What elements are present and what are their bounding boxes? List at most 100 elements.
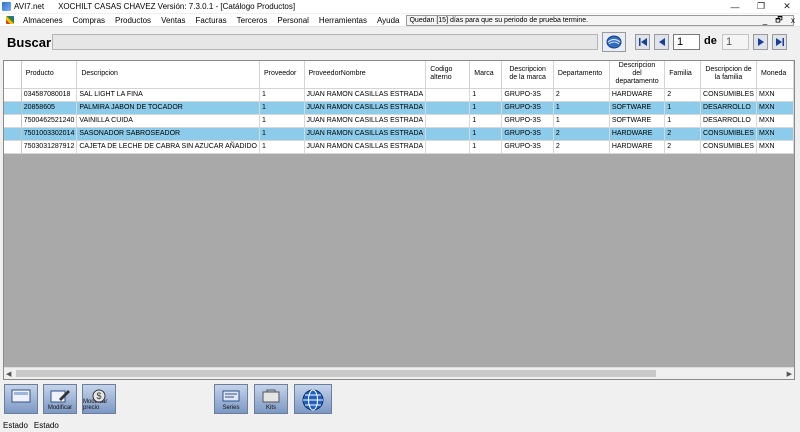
table-row[interactable]: 7501003302014 SASONADOR SABROSEADOR 1 JUAN … bbox=[4, 127, 794, 141]
table-cell[interactable]: MXN bbox=[756, 88, 794, 102]
table-cell[interactable]: CAJETA DE LECHE DE CABRA SIN AZUCAR AÑAD… bbox=[76, 140, 260, 154]
table-cell[interactable]: GRUPO-3S bbox=[501, 114, 554, 128]
modify-price-button[interactable]: $ Modificar precio bbox=[82, 384, 116, 414]
table-cell[interactable]: JUAN RAMON CASILLAS ESTRADA bbox=[304, 114, 427, 128]
globe-button[interactable] bbox=[294, 384, 332, 414]
current-page-input[interactable]: 1 bbox=[673, 34, 700, 50]
table-cell[interactable]: GRUPO-3S bbox=[501, 101, 554, 115]
table-cell[interactable]: MXN bbox=[756, 127, 794, 141]
menu-compras[interactable]: Compras bbox=[68, 16, 110, 25]
table-cell[interactable]: GRUPO-3S bbox=[501, 88, 554, 102]
table-row[interactable]: 7500462521240 VAINILLA CUIDA 1 JUAN RAMON C… bbox=[4, 114, 794, 128]
mdi-minimize-button[interactable]: _ bbox=[760, 16, 770, 25]
row-header[interactable] bbox=[4, 140, 22, 154]
last-page-button[interactable] bbox=[772, 34, 787, 50]
table-cell[interactable]: HARDWARE bbox=[609, 88, 666, 102]
menu-productos[interactable]: Productos bbox=[110, 16, 156, 25]
mdi-restore-button[interactable]: 🗗 bbox=[774, 14, 784, 28]
table-cell[interactable]: 1 bbox=[259, 88, 305, 102]
col-header-departamento[interactable]: Departamento bbox=[553, 61, 610, 89]
table-cell[interactable]: 7503031287912 bbox=[21, 140, 78, 154]
col-header-proveedor-nombre[interactable]: ProveedorNombre bbox=[304, 61, 427, 89]
table-row[interactable]: 034587080018 SAL LIGHT LA FINA 1 JUAN RAMON… bbox=[4, 88, 794, 102]
mdi-child-icon[interactable] bbox=[5, 15, 15, 25]
table-cell[interactable]: DESARROLLO bbox=[700, 114, 757, 128]
table-cell[interactable]: 1 bbox=[469, 127, 503, 141]
table-cell[interactable]: GRUPO-3S bbox=[501, 140, 554, 154]
table-row[interactable]: 20858605 PALMIRA JABON DE TOCADOR 1 JUAN RA… bbox=[4, 101, 794, 115]
table-cell[interactable]: 2 bbox=[664, 140, 702, 154]
table-cell[interactable]: 7501003302014 bbox=[21, 127, 78, 141]
table-cell[interactable]: CONSUMIBLES bbox=[700, 140, 757, 154]
minimize-button[interactable]: — bbox=[722, 0, 748, 13]
next-page-button[interactable] bbox=[753, 34, 768, 50]
scroll-left-icon[interactable]: ◀ bbox=[6, 370, 11, 378]
table-cell[interactable]: 1 bbox=[469, 114, 503, 128]
col-header-descripcion[interactable]: Descripcion bbox=[76, 61, 260, 89]
table-cell[interactable]: 2 bbox=[553, 127, 610, 141]
search-input[interactable] bbox=[52, 34, 598, 50]
col-header-descripcion-familia[interactable]: Descripcion de la familia bbox=[700, 61, 757, 89]
table-cell[interactable]: JUAN RAMON CASILLAS ESTRADA bbox=[304, 101, 427, 115]
row-header[interactable] bbox=[4, 114, 22, 128]
table-cell[interactable]: MXN bbox=[756, 140, 794, 154]
horizontal-scrollbar[interactable]: ◀ ▶ bbox=[4, 367, 794, 379]
table-cell[interactable]: 1 bbox=[259, 101, 305, 115]
table-cell[interactable]: 1 bbox=[259, 114, 305, 128]
menu-herramientas[interactable]: Herramientas bbox=[314, 16, 372, 25]
table-cell[interactable]: SOFTWARE bbox=[609, 101, 666, 115]
table-cell[interactable]: HARDWARE bbox=[609, 140, 666, 154]
kits-button[interactable]: Kits bbox=[254, 384, 288, 414]
table-cell[interactable] bbox=[425, 114, 471, 128]
row-header[interactable] bbox=[4, 88, 22, 102]
table-row[interactable]: 7503031287912 CAJETA DE LECHE DE CABRA SI… bbox=[4, 140, 794, 154]
mdi-close-button[interactable]: x bbox=[788, 16, 798, 25]
table-cell[interactable]: JUAN RAMON CASILLAS ESTRADA bbox=[304, 88, 427, 102]
series-button[interactable]: Series bbox=[214, 384, 248, 414]
table-cell[interactable]: 1 bbox=[553, 101, 610, 115]
col-header-moneda[interactable]: Moneda bbox=[756, 61, 794, 89]
table-cell[interactable]: 7500462521240 bbox=[21, 114, 78, 128]
table-cell[interactable]: 2 bbox=[553, 88, 610, 102]
table-cell[interactable]: 1 bbox=[469, 101, 503, 115]
table-cell[interactable]: SASONADOR SABROSEADOR bbox=[76, 127, 260, 141]
table-cell[interactable]: JUAN RAMON CASILLAS ESTRADA bbox=[304, 127, 427, 141]
table-cell[interactable]: HARDWARE bbox=[609, 127, 666, 141]
table-cell[interactable]: 2 bbox=[664, 127, 702, 141]
col-header-codigo-alterno[interactable]: Codigo alterno bbox=[425, 61, 471, 89]
row-header[interactable] bbox=[4, 127, 22, 141]
col-header-descripcion-departamento[interactable]: Descripcion del departamento bbox=[609, 61, 666, 89]
table-cell[interactable] bbox=[425, 127, 471, 141]
table-cell[interactable]: 1 bbox=[469, 88, 503, 102]
products-grid[interactable]: Producto Descripcion Proveedor Proveedor… bbox=[3, 60, 795, 380]
table-cell[interactable]: 2 bbox=[664, 88, 702, 102]
scroll-right-icon[interactable]: ▶ bbox=[787, 370, 792, 378]
table-cell[interactable]: GRUPO-3S bbox=[501, 127, 554, 141]
table-cell[interactable]: PALMIRA JABON DE TOCADOR bbox=[76, 101, 260, 115]
table-cell[interactable]: 1 bbox=[259, 127, 305, 141]
table-cell[interactable]: 2 bbox=[553, 140, 610, 154]
table-cell[interactable]: 1 bbox=[259, 140, 305, 154]
table-cell[interactable]: JUAN RAMON CASILLAS ESTRADA bbox=[304, 140, 427, 154]
table-cell[interactable]: 20858605 bbox=[21, 101, 78, 115]
table-cell[interactable]: MXN bbox=[756, 114, 794, 128]
col-header-familia[interactable]: Familia bbox=[664, 61, 702, 89]
menu-ayuda[interactable]: Ayuda bbox=[372, 16, 405, 25]
search-go-button[interactable] bbox=[602, 32, 626, 52]
restore-button[interactable]: ❐ bbox=[748, 0, 774, 13]
menu-personal[interactable]: Personal bbox=[272, 16, 314, 25]
menu-facturas[interactable]: Facturas bbox=[191, 16, 232, 25]
table-cell[interactable]: SAL LIGHT LA FINA bbox=[76, 88, 260, 102]
table-cell[interactable]: DESARROLLO bbox=[700, 101, 757, 115]
table-cell[interactable]: SOFTWARE bbox=[609, 114, 666, 128]
col-header-marca[interactable]: Marca bbox=[469, 61, 503, 89]
col-header-producto[interactable]: Producto bbox=[21, 61, 78, 89]
table-cell[interactable]: CONSUMIBLES bbox=[700, 88, 757, 102]
col-header-descripcion-marca[interactable]: Descripcion de la marca bbox=[501, 61, 554, 89]
table-cell[interactable]: MXN bbox=[756, 101, 794, 115]
table-cell[interactable]: 1 bbox=[664, 101, 702, 115]
close-button[interactable]: ✕ bbox=[774, 0, 800, 13]
table-cell[interactable]: 1 bbox=[469, 140, 503, 154]
table-cell[interactable]: 1 bbox=[664, 114, 702, 128]
new-product-button[interactable] bbox=[4, 384, 38, 414]
